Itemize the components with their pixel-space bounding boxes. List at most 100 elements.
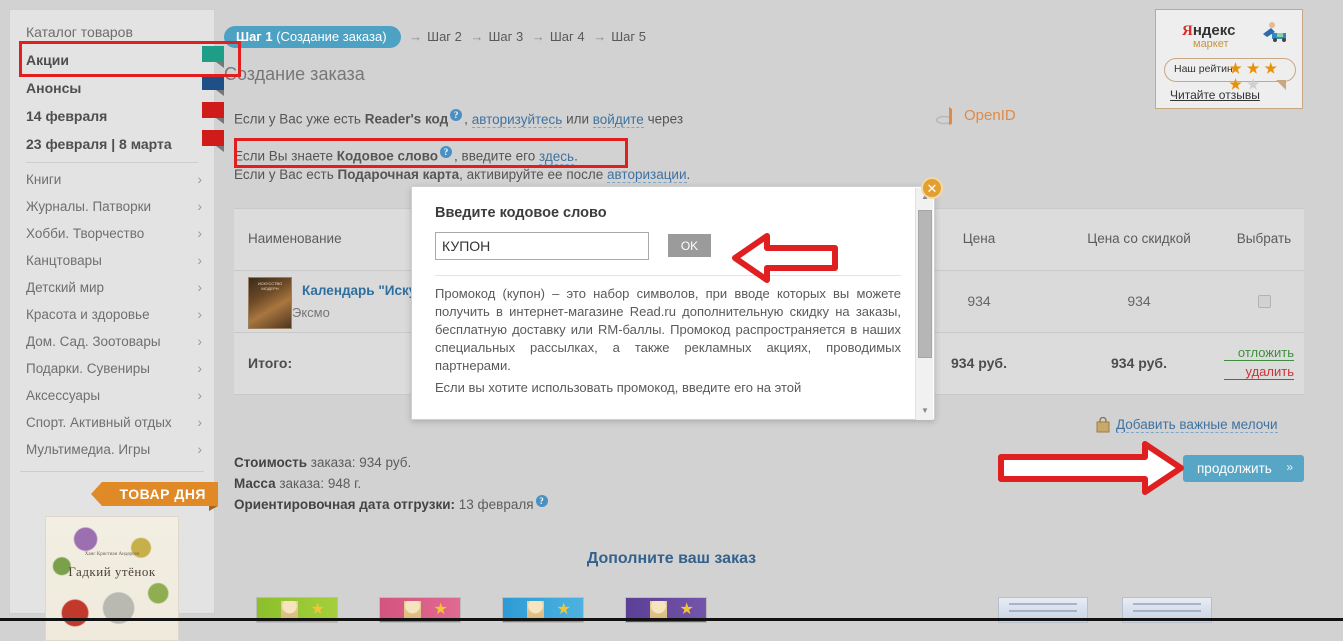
summary-cost-value: заказа: 934 руб. xyxy=(307,455,412,470)
chevron-right-icon: › xyxy=(197,198,202,214)
step-current-suffix: (Создание заказа) xyxy=(276,29,387,44)
step-3[interactable]: Шаг 3 xyxy=(489,29,524,44)
sidebar-item-label: Акции xyxy=(26,52,69,68)
product-title-link[interactable]: Календарь "Иску xyxy=(302,283,416,298)
step-arrow-icon: → xyxy=(593,29,607,44)
summary-ship-label: Ориентировочная дата отгрузки: xyxy=(234,497,456,512)
login-link[interactable]: войдите xyxy=(592,111,644,128)
step-arrow-icon: → xyxy=(409,29,423,44)
openid-logo[interactable]: OpenID xyxy=(936,105,1036,129)
product-thumbnail[interactable]: ИСКУССТВО МОДЕРН xyxy=(248,277,292,329)
annotation-box-code-word xyxy=(234,138,628,168)
sidebar-divider xyxy=(26,162,198,163)
row-select-checkbox[interactable] xyxy=(1257,295,1271,308)
step-arrow-icon: → xyxy=(531,29,545,44)
defer-link[interactable]: отложить xyxy=(1224,345,1294,361)
line-decor xyxy=(1009,603,1077,605)
sidebar-category-label: Канцтовары xyxy=(26,253,102,268)
step-2[interactable]: Шаг 2 xyxy=(427,29,462,44)
modal-scrollbar[interactable]: ▲ ▼ xyxy=(915,188,933,420)
order-summary: Стоимость заказа: 934 руб. Масса заказа:… xyxy=(234,452,550,515)
scroll-down-arrow-icon[interactable]: ▼ xyxy=(916,402,934,420)
bag-icon xyxy=(1096,417,1110,433)
sidebar-item-promo-3[interactable]: 23 февраля | 8 марта xyxy=(10,130,214,158)
cell-select xyxy=(1224,271,1304,332)
step-current[interactable]: Шаг 1 (Создание заказа) xyxy=(224,26,401,48)
star-icon xyxy=(680,602,693,615)
star-filled-icon xyxy=(1229,62,1242,74)
product-of-day-image[interactable]: Ханс Кристиан Андерсен Гадкий утёнок xyxy=(45,516,179,641)
sidebar-category-label: Подарки. Сувениры xyxy=(26,361,150,376)
col-header-discount: Цена со скидкой xyxy=(1087,231,1191,246)
step-4[interactable]: Шаг 4 xyxy=(550,29,585,44)
openid-glyph-icon xyxy=(936,107,952,125)
sidebar-category-label: Детский мир xyxy=(26,280,105,295)
sidebar-category-5[interactable]: Красота и здоровье › xyxy=(10,301,214,328)
help-icon[interactable]: ? xyxy=(450,109,463,121)
read-reviews-link[interactable]: Читайте отзывы xyxy=(1170,88,1260,102)
flag-marker-promo-3 xyxy=(202,130,224,152)
sidebar-divider-bottom xyxy=(20,471,204,472)
sidebar-category-4[interactable]: Детский мир › xyxy=(10,274,214,301)
sidebar-category-7[interactable]: Подарки. Сувениры › xyxy=(10,355,214,382)
info-line-gift-card: Если у Вас есть Подарочная карта, активи… xyxy=(234,167,691,183)
ok-button[interactable]: OK xyxy=(668,234,711,257)
chevron-right-icon: › xyxy=(197,441,202,457)
sidebar-item-catalog[interactable]: Каталог товаров xyxy=(10,18,214,46)
sidebar-category-2[interactable]: Хобби. Творчество › xyxy=(10,220,214,247)
sidebar-item-promo-2[interactable]: 14 февраля xyxy=(10,102,214,130)
step-arrow-icon: → xyxy=(470,29,484,44)
summary-ship-value: 13 февраля xyxy=(455,497,534,512)
yandex-logo-ndex: ндекс xyxy=(1192,22,1236,39)
sidebar-category-0[interactable]: Книги › xyxy=(10,166,214,193)
continue-label: продолжить xyxy=(1197,461,1272,476)
flag-marker-promo-2 xyxy=(202,102,224,124)
close-icon[interactable]: ✕ xyxy=(921,177,943,199)
chevron-right-icon: › xyxy=(197,387,202,403)
star-icon xyxy=(311,602,324,615)
sidebar-category-3[interactable]: Канцтовары › xyxy=(10,247,214,274)
code-word-input[interactable] xyxy=(435,232,649,260)
yandex-market-widget[interactable]: Яндекс маркет Наш рейтинг Читайте отзывы xyxy=(1155,9,1303,109)
page-title: Создание заказа xyxy=(224,64,365,84)
readers-or: или xyxy=(562,111,593,127)
help-icon[interactable]: ? xyxy=(535,494,548,507)
code-word-modal: Введите кодовое слово OK Промокод (купон… xyxy=(411,186,935,420)
sidebar-category-8[interactable]: Аксессуары › xyxy=(10,382,214,409)
chevron-right-icon: › xyxy=(197,225,202,241)
step-5[interactable]: Шаг 5 xyxy=(611,29,646,44)
annotation-arrow-to-continue xyxy=(998,441,1184,495)
rating-label: Наш рейтинг xyxy=(1174,63,1237,75)
summary-mass: Масса заказа: 948 г. xyxy=(234,473,550,494)
authorize-link[interactable]: авторизуйтесь xyxy=(471,111,563,128)
summary-shipping: Ориентировочная дата отгрузки: 13 феврал… xyxy=(234,494,550,515)
sidebar-item-promo-0[interactable]: Акции xyxy=(10,46,214,74)
readers-suffix: через xyxy=(643,111,684,127)
summary-cost-label: Стоимость xyxy=(234,455,308,470)
yandex-logo-ya: Я xyxy=(1182,23,1193,39)
sidebar-category-label: Красота и здоровье xyxy=(26,307,150,322)
continue-button[interactable]: продолжить » xyxy=(1183,455,1304,482)
sidebar-category-10[interactable]: Мультимедиа. Игры › xyxy=(10,436,214,463)
summary-cost: Стоимость заказа: 934 руб. xyxy=(234,452,550,473)
sidebar-category-6[interactable]: Дом. Сад. Зоотовары › xyxy=(10,328,214,355)
gift-mid: , активируйте ее после xyxy=(459,167,608,182)
sidebar-category-9[interactable]: Спорт. Активный отдых › xyxy=(10,409,214,436)
scrollbar-thumb[interactable] xyxy=(918,210,932,358)
authorization-link[interactable]: авторизации xyxy=(607,167,687,183)
product-thumbnail-text: ИСКУССТВО МОДЕРН xyxy=(257,281,283,291)
add-extras-link[interactable]: Добавить важные мелочи xyxy=(1116,417,1278,433)
sidebar-item-promo-1[interactable]: Анонсы xyxy=(10,74,214,102)
col-header-select: Выбрать xyxy=(1236,231,1292,246)
sidebar: Каталог товаров Акции Анонсы 14 февраля … xyxy=(9,9,218,641)
delete-link[interactable]: удалить xyxy=(1224,364,1294,380)
sidebar-category-label: Аксессуары xyxy=(26,388,101,403)
row-actions: отложить удалить xyxy=(1224,333,1304,394)
sidebar-item-label: 23 февраля | 8 марта xyxy=(26,136,172,152)
product-of-day-banner: ТОВАР ДНЯ xyxy=(90,482,218,511)
total-discount: 934 руб. xyxy=(1111,355,1167,371)
step-current-number: Шаг 1 xyxy=(236,29,273,44)
gift-suffix: . xyxy=(686,167,691,182)
sidebar-category-1[interactable]: Журналы. Патворки › xyxy=(10,193,214,220)
bottom-rule xyxy=(0,618,1343,621)
